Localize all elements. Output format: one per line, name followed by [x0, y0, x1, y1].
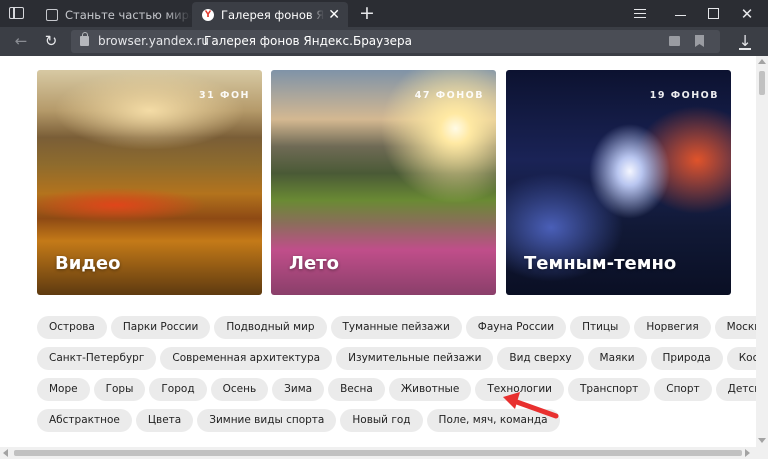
- tag-chip[interactable]: Острова: [37, 316, 107, 339]
- address-bar[interactable]: browser.yandex.ru Галерея фонов Яндекс.Б…: [71, 30, 720, 53]
- tag-chip[interactable]: Подводный мир: [214, 316, 327, 339]
- tag-chip[interactable]: Норвегия: [634, 316, 711, 339]
- menu-icon: [634, 9, 646, 18]
- category-tags: Острова Парки России Подводный мир Туманные…: [37, 316, 756, 440]
- tag-chip[interactable]: Осень: [210, 378, 269, 401]
- tag-chip[interactable]: Новый год: [340, 409, 423, 432]
- tag-chip[interactable]: Спорт: [654, 378, 712, 401]
- card-title: Темным-темно: [524, 253, 677, 274]
- tag-chip[interactable]: Современная архитектура: [160, 347, 333, 370]
- tag-chip[interactable]: Парки России: [110, 316, 211, 339]
- scroll-down-icon[interactable]: [758, 438, 766, 443]
- lock-icon[interactable]: [80, 32, 89, 46]
- download-icon[interactable]: ↓: [735, 31, 755, 51]
- gallery-card-dark[interactable]: 19 ФОНОВ Темным-темно: [506, 70, 731, 295]
- tag-row: Острова Парки России Подводный мир Туманные…: [37, 316, 756, 339]
- maximize-icon: [707, 8, 719, 19]
- menu-button[interactable]: [620, 0, 660, 27]
- tag-chip[interactable]: Весна: [328, 378, 385, 401]
- tab-duck[interactable]: Станьте частью мира Duck: [36, 2, 191, 27]
- vertical-scrollbar[interactable]: [756, 56, 768, 447]
- red-arrow-annotation: [503, 392, 559, 419]
- tag-chip[interactable]: Море: [37, 378, 90, 401]
- arrow-shaft: [511, 398, 559, 419]
- tab-gallery[interactable]: Y Галерея фонов Яндекс.Б ✕: [192, 2, 348, 27]
- tag-chip[interactable]: Природа: [650, 347, 723, 370]
- card-title: Лето: [289, 253, 339, 274]
- sidebar-toggle-icon[interactable]: [9, 7, 24, 19]
- browser-titlebar: Станьте частью мира Duck Y Галерея фонов…: [0, 0, 768, 27]
- tag-chip[interactable]: Зимние виды спорта: [197, 409, 337, 432]
- tag-chip[interactable]: Животные: [388, 378, 472, 401]
- tag-row: Море Горы Город Осень Зима Весна Животные Техно…: [37, 378, 756, 401]
- back-arrow-icon[interactable]: ←: [11, 31, 31, 51]
- arrow-head: [503, 392, 520, 409]
- card-count: 19 ФОНОВ: [649, 90, 719, 101]
- tag-row: Санкт-Петербург Современная архитектура Из…: [37, 347, 756, 370]
- tag-chip[interactable]: Маяки: [587, 347, 647, 370]
- tag-chip[interactable]: Фауна России: [465, 316, 567, 339]
- page-icon: [46, 8, 58, 21]
- tag-chip[interactable]: Москва: [714, 316, 756, 339]
- close-window-button[interactable]: ✕: [727, 0, 767, 27]
- bookmark-icon[interactable]: [695, 35, 704, 47]
- tab-label: Галерея фонов Яндекс.Б: [221, 7, 325, 22]
- url-domain: browser.yandex.ru: [98, 34, 210, 48]
- card-count: 47 ФОНОВ: [414, 90, 484, 101]
- tag-chip[interactable]: Туманные пейзажи: [330, 316, 462, 339]
- tag-chip[interactable]: Цвета: [135, 409, 194, 432]
- scroll-right-icon[interactable]: [745, 449, 750, 457]
- scroll-up-icon[interactable]: [758, 59, 766, 64]
- reader-mode-icon[interactable]: [669, 36, 680, 46]
- tag-chip[interactable]: Зима: [272, 378, 325, 401]
- minimize-icon: [674, 14, 686, 17]
- horizontal-scrollbar[interactable]: [0, 447, 768, 459]
- gallery-card-summer[interactable]: 47 ФОНОВ Лето: [271, 70, 496, 295]
- url-page-title: Галерея фонов Яндекс.Браузера: [204, 34, 412, 48]
- navigation-bar: ← ↻ browser.yandex.ru Галерея фонов Янде…: [0, 27, 768, 56]
- reload-icon[interactable]: ↻: [41, 31, 61, 51]
- card-count: 31 ФОН: [199, 90, 250, 101]
- card-title: Видео: [55, 253, 121, 274]
- tag-chip[interactable]: Вид сверху: [497, 347, 584, 370]
- tab-label: Станьте частью мира Duck: [65, 7, 191, 22]
- scrollbar-thumb[interactable]: [14, 450, 742, 456]
- tag-chip[interactable]: Космос: [726, 347, 756, 370]
- close-tab-icon[interactable]: ✕: [324, 7, 348, 23]
- tag-chip[interactable]: Птицы: [570, 316, 631, 339]
- tag-chip[interactable]: Транспорт: [568, 378, 651, 401]
- tag-chip[interactable]: Изумительные пейзажи: [336, 347, 494, 370]
- gallery-card-video[interactable]: 31 ФОН Видео: [37, 70, 262, 295]
- scroll-left-icon[interactable]: [3, 449, 8, 457]
- yandex-icon: Y: [202, 8, 214, 21]
- new-tab-button[interactable]: +: [357, 3, 377, 23]
- tag-chip[interactable]: Город: [149, 378, 207, 401]
- page-content: 31 ФОН Видео 47 ФОНОВ Лето 19 ФОНОВ Темн…: [0, 56, 756, 447]
- scrollbar-thumb[interactable]: [759, 71, 765, 95]
- tag-chip[interactable]: Абстрактное: [37, 409, 132, 432]
- tag-chip[interactable]: Санкт-Петербург: [37, 347, 157, 370]
- tag-chip[interactable]: Детские: [715, 378, 756, 401]
- close-icon: ✕: [740, 4, 754, 23]
- tag-row: Абстрактное Цвета Зимние виды спорта Новый …: [37, 409, 727, 432]
- tag-chip[interactable]: Горы: [93, 378, 146, 401]
